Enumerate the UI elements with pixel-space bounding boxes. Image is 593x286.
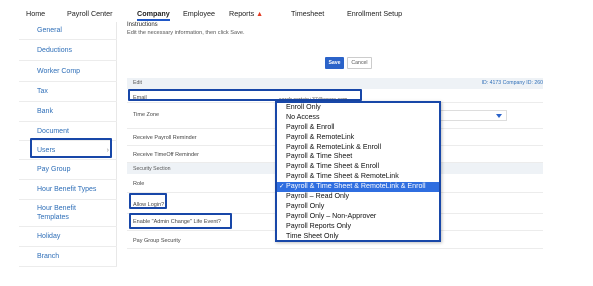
sidebar-item-bank[interactable]: Bank bbox=[19, 102, 117, 122]
dropdown-option-label: Payroll & Time Sheet & RemoteLink & Enro… bbox=[286, 182, 426, 191]
dropdown-option[interactable]: Payroll – Read Only bbox=[277, 192, 439, 202]
receive-timeoff-reminder-label: Receive TimeOff Reminder bbox=[133, 152, 199, 158]
nav-timesheet[interactable]: Timesheet bbox=[291, 9, 324, 18]
dropdown-option[interactable]: Payroll & Time Sheet bbox=[277, 152, 439, 162]
dropdown-option[interactable]: Payroll & Time Sheet & Enroll bbox=[277, 162, 439, 172]
dropdown-option[interactable]: Payroll & Time Sheet & RemoteLink bbox=[277, 172, 439, 182]
timezone-label: Time Zone bbox=[133, 112, 160, 118]
nav-payroll-center[interactable]: Payroll Center bbox=[67, 9, 113, 18]
sidebar-item-label: Holiday bbox=[37, 233, 61, 240]
nav-enrollment-setup[interactable]: Enrollment Setup bbox=[347, 9, 402, 18]
sidebar-item-label: Deductions bbox=[37, 46, 73, 54]
instructions-title: Instructions bbox=[127, 22, 158, 28]
dropdown-option[interactable]: Payroll & Enroll bbox=[277, 123, 439, 133]
sidebar-item-label: Bank bbox=[37, 108, 53, 115]
edit-header: Edit ID: 4173 Company ID: 260 bbox=[127, 78, 543, 89]
sidebar-item-holiday[interactable]: Holiday bbox=[19, 227, 117, 247]
sidebar-item-deductions[interactable]: Deductions bbox=[19, 40, 117, 61]
dropdown-option[interactable]: Payroll Reports Only bbox=[277, 222, 439, 232]
allow-login-highlight-box bbox=[129, 193, 167, 209]
role-dropdown[interactable]: Enroll Only No Access Payroll & Enroll P… bbox=[275, 101, 441, 242]
dropdown-option[interactable]: Payroll & RemoteLink & Enroll bbox=[277, 143, 439, 153]
dropdown-option[interactable]: Enroll Only bbox=[277, 103, 439, 113]
dropdown-option[interactable]: Time Sheet Only bbox=[277, 232, 439, 240]
security-section-label: Security Section bbox=[133, 165, 171, 172]
active-tab-indicator bbox=[137, 19, 170, 21]
timezone-select[interactable] bbox=[437, 110, 507, 121]
dropdown-option-selected[interactable]: ✓ Payroll & Time Sheet & RemoteLink & Enr… bbox=[277, 182, 439, 193]
checkmark-icon: ✓ bbox=[279, 183, 285, 191]
save-button[interactable]: Save bbox=[325, 57, 344, 69]
chevron-down-icon bbox=[496, 114, 502, 118]
sidebar-item-label: Branch bbox=[37, 253, 60, 260]
edit-label: Edit bbox=[133, 80, 142, 86]
sidebar-item-label: Tax bbox=[37, 88, 48, 95]
instructions-text: Edit the necessary information, then cli… bbox=[127, 30, 245, 36]
sidebar-item-pay-group[interactable]: Pay Group bbox=[19, 160, 117, 180]
ids-text: ID: 4173 Company ID: 260 bbox=[481, 80, 543, 86]
sidebar-item-label: Document bbox=[37, 127, 69, 135]
role-label: Role bbox=[133, 181, 145, 187]
nav-employee[interactable]: Employee bbox=[183, 9, 215, 18]
sidebar-item-general[interactable]: General bbox=[19, 22, 117, 40]
dropdown-option[interactable]: Payroll & RemoteLink bbox=[277, 133, 439, 143]
dropdown-option[interactable]: No Access bbox=[277, 113, 439, 123]
sidebar-item-tax[interactable]: Tax bbox=[19, 82, 117, 102]
sidebar-item-hour-benefit-types[interactable]: Hour Benefit Types bbox=[19, 180, 117, 200]
dropdown-option[interactable]: Payroll Only bbox=[277, 202, 439, 212]
sidebar-item-label: General bbox=[37, 27, 62, 34]
cancel-button[interactable]: Cancel bbox=[347, 57, 372, 69]
nav-company[interactable]: Company bbox=[137, 9, 170, 18]
sidebar-item-worker-comp[interactable]: Worker Comp bbox=[19, 61, 117, 82]
nav-home[interactable]: Home bbox=[26, 9, 45, 18]
receive-payroll-reminder-label: Receive Payroll Reminder bbox=[133, 135, 197, 141]
nav-reports-label: Reports bbox=[229, 9, 255, 18]
dropdown-option[interactable]: Payroll Only – Non-Approver bbox=[277, 212, 439, 222]
sidebar-item-label: Worker Comp bbox=[37, 67, 81, 75]
nav-reports[interactable]: Reports ▲ bbox=[229, 9, 263, 18]
sidebar-item-branch[interactable]: Branch bbox=[19, 247, 117, 267]
sidebar-item-label: Pay Group bbox=[37, 166, 71, 173]
pay-group-security-label: Pay Group Security bbox=[133, 238, 181, 244]
warning-triangle-icon: ▲ bbox=[256, 11, 264, 18]
sidebar-item-label: Hour Benefit Types bbox=[37, 186, 97, 193]
sidebar-item-label: Hour Benefit Templates bbox=[37, 205, 76, 221]
users-highlight-box bbox=[30, 138, 112, 158]
sidebar-item-hour-benefit-templates[interactable]: Hour Benefit Templates bbox=[19, 200, 117, 227]
top-nav: Home Payroll Center Company Employee Rep… bbox=[0, 0, 593, 22]
email-highlight-box bbox=[128, 89, 362, 101]
admin-change-highlight-box bbox=[129, 213, 232, 229]
